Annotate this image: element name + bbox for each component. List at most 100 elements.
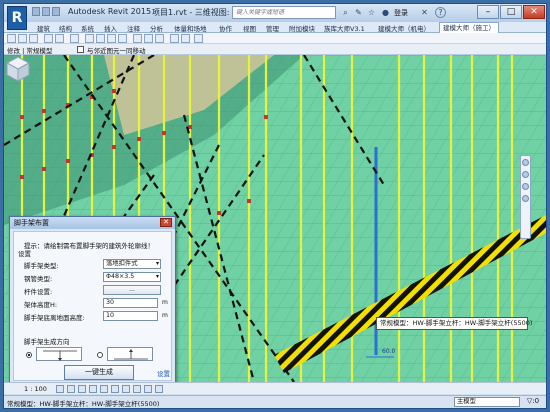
navigation-bar: [520, 155, 531, 239]
pan-icon[interactable]: [522, 183, 529, 190]
tab-modeling-mep[interactable]: 建模大师（机电）: [378, 23, 430, 33]
filter-count[interactable]: ▽:0: [524, 397, 542, 407]
communication-icon[interactable]: ☆: [366, 7, 377, 18]
dialog-close-button[interactable]: ✕: [160, 218, 172, 227]
member-settings-label: 杆件设置:: [24, 288, 53, 296]
modify-context-label: 修改 | 常规模型: [7, 47, 53, 55]
tab-view[interactable]: 视图: [243, 23, 256, 33]
detail-level-icon[interactable]: [56, 385, 64, 393]
crop-view-icon[interactable]: [111, 385, 119, 393]
active-model-select[interactable]: 主模型: [454, 397, 520, 407]
status-text: 常规模型：HW-脚手架立杆：HW-脚手架立杆(5500): [7, 400, 160, 408]
binoculars-icon[interactable]: ⌕: [340, 7, 351, 18]
dialog-hint: 提示：请绘制需布置脚手架的建筑外轮廓线！: [24, 242, 154, 250]
search-box[interactable]: [232, 6, 336, 19]
member-settings-button[interactable]: ...: [103, 285, 161, 295]
render-icon[interactable]: [100, 385, 108, 393]
tab-massing-site[interactable]: 体量和场地: [174, 23, 207, 33]
help-icon[interactable]: ?: [435, 7, 446, 18]
close-button[interactable]: ✕: [523, 5, 545, 19]
text-icon[interactable]: [118, 34, 127, 43]
dialog-body: 提示：请绘制需布置脚手架的建筑外轮廓线！ 设置 脚手架类型: 落地扣件式 ▾ 钢…: [13, 231, 172, 381]
3d-view-icon[interactable]: [133, 34, 142, 43]
measure-icon[interactable]: [85, 34, 94, 43]
sun-path-icon[interactable]: [78, 385, 86, 393]
direction-label: 脚手架生成方向: [24, 338, 70, 346]
subscription-icon[interactable]: ✎: [353, 7, 364, 18]
open-icon[interactable]: [32, 7, 40, 16]
frame-height-unit: m: [162, 299, 168, 306]
search-input[interactable]: [233, 7, 335, 18]
view-scale[interactable]: 1 : 100: [24, 385, 47, 393]
open-icon[interactable]: [7, 34, 16, 43]
pipe-type-select[interactable]: Φ48×3.5 ▾: [103, 272, 161, 282]
lock-3d-icon[interactable]: [133, 385, 141, 393]
tab-annotate[interactable]: 注释: [127, 23, 140, 33]
tag-icon[interactable]: [107, 34, 116, 43]
dimension-annotation: 60.0: [382, 348, 396, 355]
tab-addins[interactable]: 附加模块: [289, 23, 315, 33]
visual-style-icon[interactable]: [67, 385, 75, 393]
exchange-icon[interactable]: ✕: [419, 7, 430, 18]
tab-systems[interactable]: 系统: [81, 23, 94, 33]
direction-down-radio[interactable]: [26, 352, 32, 358]
close-hidden-icon[interactable]: [170, 34, 179, 43]
direction-up-option[interactable]: [107, 347, 153, 361]
zoom-icon[interactable]: [522, 171, 529, 178]
move-with-nearby-label: 与邻近图元一同移动: [87, 47, 146, 55]
quick-toolbar: [4, 33, 546, 44]
chevron-down-icon: ▾: [155, 273, 159, 280]
tab-analyze[interactable]: 分析: [150, 23, 163, 33]
orbit-icon[interactable]: [522, 195, 529, 202]
direction-down-option[interactable]: [36, 347, 82, 361]
thin-lines-icon[interactable]: [155, 34, 164, 43]
one-click-generate-button[interactable]: 一键生成: [64, 365, 134, 380]
scaffold-type-label: 脚手架类型:: [24, 262, 59, 270]
dimension-icon[interactable]: [96, 34, 105, 43]
undo-icon[interactable]: [52, 7, 60, 16]
section-icon[interactable]: [144, 34, 153, 43]
tab-architecture[interactable]: 建筑: [37, 23, 50, 33]
frame-height-input[interactable]: 30: [103, 298, 158, 308]
print-icon[interactable]: [70, 34, 79, 43]
maximize-button[interactable]: □: [500, 5, 522, 19]
base-height-input[interactable]: 10: [103, 311, 158, 321]
viewcube-icon[interactable]: [4, 55, 32, 83]
user-icon[interactable]: ●: [380, 7, 391, 18]
app-title: Autodesk Revit 2015 -: [68, 7, 157, 16]
save-icon[interactable]: [18, 34, 27, 43]
reveal-hidden-icon[interactable]: [155, 385, 163, 393]
switch-windows-icon[interactable]: [181, 34, 190, 43]
tab-family-library[interactable]: 族库大师V3.1: [324, 23, 365, 33]
tab-modeling-construction[interactable]: 建模大师（施工）: [439, 22, 499, 33]
view-control-bar: 1 : 100: [4, 382, 546, 394]
tab-insert[interactable]: 插入: [104, 23, 117, 33]
tab-collaborate[interactable]: 协作: [219, 23, 232, 33]
dialog-title: 脚手架布置: [10, 217, 175, 229]
settings-link[interactable]: 设置: [157, 368, 170, 378]
customize-qat-icon[interactable]: [194, 34, 203, 43]
revit-logo[interactable]: R: [7, 6, 27, 30]
tab-manage[interactable]: 管理: [266, 23, 279, 33]
undo-icon[interactable]: [44, 34, 53, 43]
status-bar: 常规模型：HW-脚手架立杆：HW-脚手架立杆(5500) 主模型 ▽:0: [4, 395, 546, 408]
temporary-hide-icon[interactable]: [144, 385, 152, 393]
shadows-icon[interactable]: [89, 385, 97, 393]
direction-up-radio[interactable]: [97, 352, 103, 358]
tab-structure[interactable]: 结构: [59, 23, 72, 33]
redo-icon[interactable]: [55, 34, 64, 43]
options-bar: 修改 | 常规模型 与邻近图元一同移动: [4, 44, 546, 55]
move-with-nearby-checkbox[interactable]: [77, 46, 84, 53]
sign-in-label[interactable]: 登录: [394, 8, 408, 18]
scaffold-layout-dialog: 脚手架布置 ✕ 提示：请绘制需布置脚手架的建筑外轮廓线！ 设置 脚手架类型: 落…: [9, 216, 176, 384]
show-crop-icon[interactable]: [122, 385, 130, 393]
sync-icon[interactable]: [29, 34, 38, 43]
chevron-down-icon: ▾: [155, 260, 159, 267]
ribbon-tabs: 建筑 结构 系统 插入 注释 分析 体量和场地 协作 视图 管理 附加模块 族库…: [4, 22, 546, 33]
scaffold-type-select[interactable]: 落地扣件式 ▾: [103, 259, 161, 269]
steering-wheel-icon[interactable]: [522, 159, 529, 166]
save-icon[interactable]: [42, 7, 50, 16]
minimize-button[interactable]: –: [477, 5, 499, 19]
base-height-label: 脚手架底离地面高度:: [24, 314, 85, 322]
element-tooltip: 常规模型：HW-脚手架立杆：HW-脚手架立杆(5500): [376, 317, 532, 330]
